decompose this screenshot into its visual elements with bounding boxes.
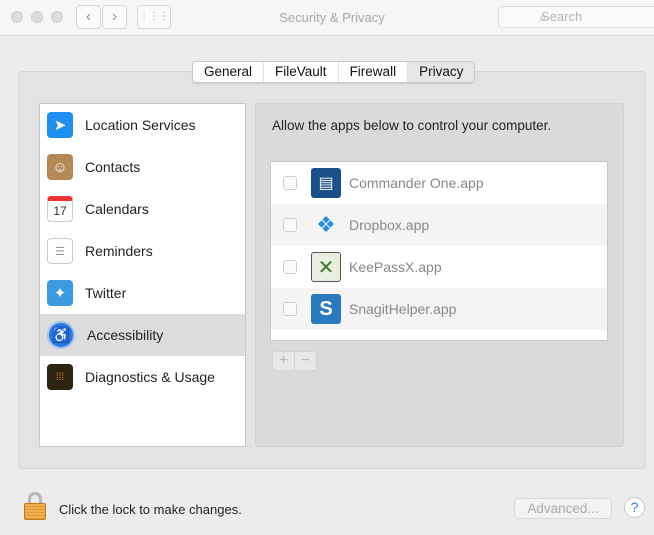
sidebar-item-label: Reminders bbox=[85, 243, 153, 259]
app-row: ▤ Commander One.app bbox=[271, 162, 607, 204]
sidebar-item-label: Accessibility bbox=[87, 327, 164, 343]
lock-icon[interactable] bbox=[24, 492, 46, 520]
sidebar-item-reminders[interactable]: ☰ Reminders bbox=[40, 230, 245, 272]
app-checkbox[interactable] bbox=[283, 218, 297, 232]
help-button[interactable]: ? bbox=[624, 497, 645, 518]
panel-prompt: Allow the apps below to control your com… bbox=[272, 118, 552, 133]
sidebar-item-label: Calendars bbox=[85, 201, 149, 217]
location-arrow-icon: ➤ bbox=[47, 112, 73, 138]
calendar-icon: 17 bbox=[47, 196, 73, 222]
app-row: S SnagitHelper.app bbox=[271, 288, 607, 330]
sidebar-item-label: Diagnostics & Usage bbox=[85, 369, 215, 385]
title-bar: ‹ › ⋮⋮⋮ Security & Privacy ⌕ Search bbox=[0, 0, 654, 36]
sidebar-item-twitter[interactable]: ✦ Twitter bbox=[40, 272, 245, 314]
app-checkbox[interactable] bbox=[283, 260, 297, 274]
snagit-icon: S bbox=[311, 294, 341, 324]
sidebar-item-diagnostics-usage[interactable]: ⁞⁞⁞ Diagnostics & Usage bbox=[40, 356, 245, 398]
app-checkbox[interactable] bbox=[283, 176, 297, 190]
app-name: KeePassX.app bbox=[349, 259, 442, 275]
twitter-bird-icon: ✦ bbox=[47, 280, 73, 306]
advanced-button[interactable]: Advanced... bbox=[514, 498, 612, 519]
tab-bar: General FileVault Firewall Privacy bbox=[192, 61, 476, 83]
diagnostics-grid-icon: ⁞⁞⁞ bbox=[47, 364, 73, 390]
tab-filevault[interactable]: FileVault bbox=[264, 62, 339, 82]
sidebar-item-location-services[interactable]: ➤ Location Services bbox=[40, 104, 245, 146]
tab-firewall[interactable]: Firewall bbox=[339, 62, 409, 82]
accessibility-icon: ♿ bbox=[47, 321, 75, 349]
reminders-list-icon: ☰ bbox=[47, 238, 73, 264]
app-name: Dropbox.app bbox=[349, 217, 430, 233]
app-checkbox[interactable] bbox=[283, 302, 297, 316]
lock-message: Click the lock to make changes. bbox=[59, 502, 242, 517]
app-row: ❖ Dropbox.app bbox=[271, 204, 607, 246]
commander-one-icon: ▤ bbox=[311, 168, 341, 198]
app-list: ▤ Commander One.app ❖ Dropbox.app ✕ KeePass… bbox=[270, 161, 608, 341]
sidebar-item-contacts[interactable]: ☺ Contacts bbox=[40, 146, 245, 188]
remove-app-button[interactable]: − bbox=[294, 351, 317, 371]
sidebar-item-calendars[interactable]: 17 Calendars bbox=[40, 188, 245, 230]
sidebar-item-label: Contacts bbox=[85, 159, 141, 175]
tab-general[interactable]: General bbox=[193, 62, 265, 82]
sidebar-item-label: Location Services bbox=[85, 117, 196, 133]
sidebar-item-accessibility[interactable]: ♿ Accessibility bbox=[40, 314, 245, 356]
keepassx-icon: ✕ bbox=[311, 252, 341, 282]
calendar-day: 17 bbox=[53, 204, 67, 218]
search-placeholder: Search bbox=[541, 9, 583, 24]
app-name: Commander One.app bbox=[349, 175, 484, 191]
search-input[interactable]: ⌕ Search bbox=[498, 6, 654, 28]
privacy-category-list: ➤ Location Services ☺ Contacts 17 Calendars… bbox=[39, 103, 246, 447]
app-row: ✕ KeePassX.app bbox=[271, 246, 607, 288]
search-icon: ⌕ bbox=[539, 10, 547, 25]
add-app-button[interactable]: + bbox=[272, 351, 295, 371]
tab-privacy[interactable]: Privacy bbox=[408, 62, 475, 82]
sidebar-item-label: Twitter bbox=[85, 285, 127, 301]
app-name: SnagitHelper.app bbox=[349, 301, 457, 317]
contacts-book-icon: ☺ bbox=[47, 154, 73, 180]
dropbox-icon: ❖ bbox=[316, 212, 336, 237]
